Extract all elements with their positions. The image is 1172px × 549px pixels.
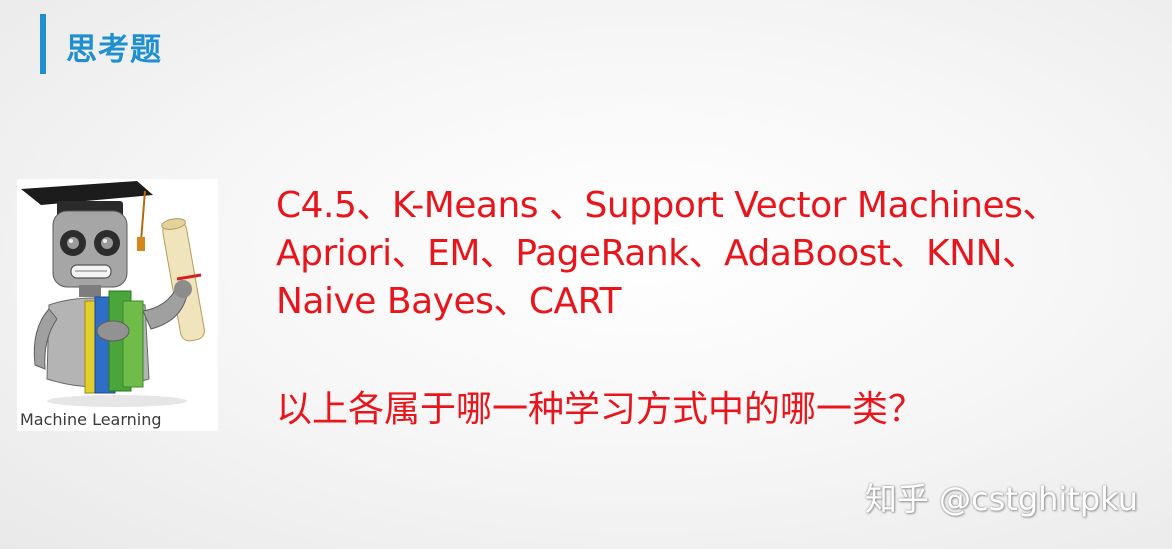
figure-caption: Machine Learning — [20, 410, 162, 429]
algorithm-line: Naive Bayes、CART — [276, 281, 622, 322]
algorithm-list: C4.5、K-Means 、Support Vector Machines、 A… — [276, 182, 1166, 326]
algorithm-line: Apriori、EM、PageRank、AdaBoost、KNN、 — [276, 233, 1038, 274]
robot-graduate-illustration: Machine Learning — [17, 179, 218, 431]
question-text: 以上各属于哪一种学习方式中的哪一类？ — [276, 389, 925, 430]
algorithm-line: C4.5、K-Means 、Support Vector Machines、 — [276, 185, 1058, 226]
robot-graduate-image — [21, 181, 205, 407]
watermark-text: 知乎 @cstghitpku — [864, 480, 1138, 518]
title-accent-bar — [40, 14, 46, 74]
slide-title: 思考题 — [66, 32, 162, 68]
